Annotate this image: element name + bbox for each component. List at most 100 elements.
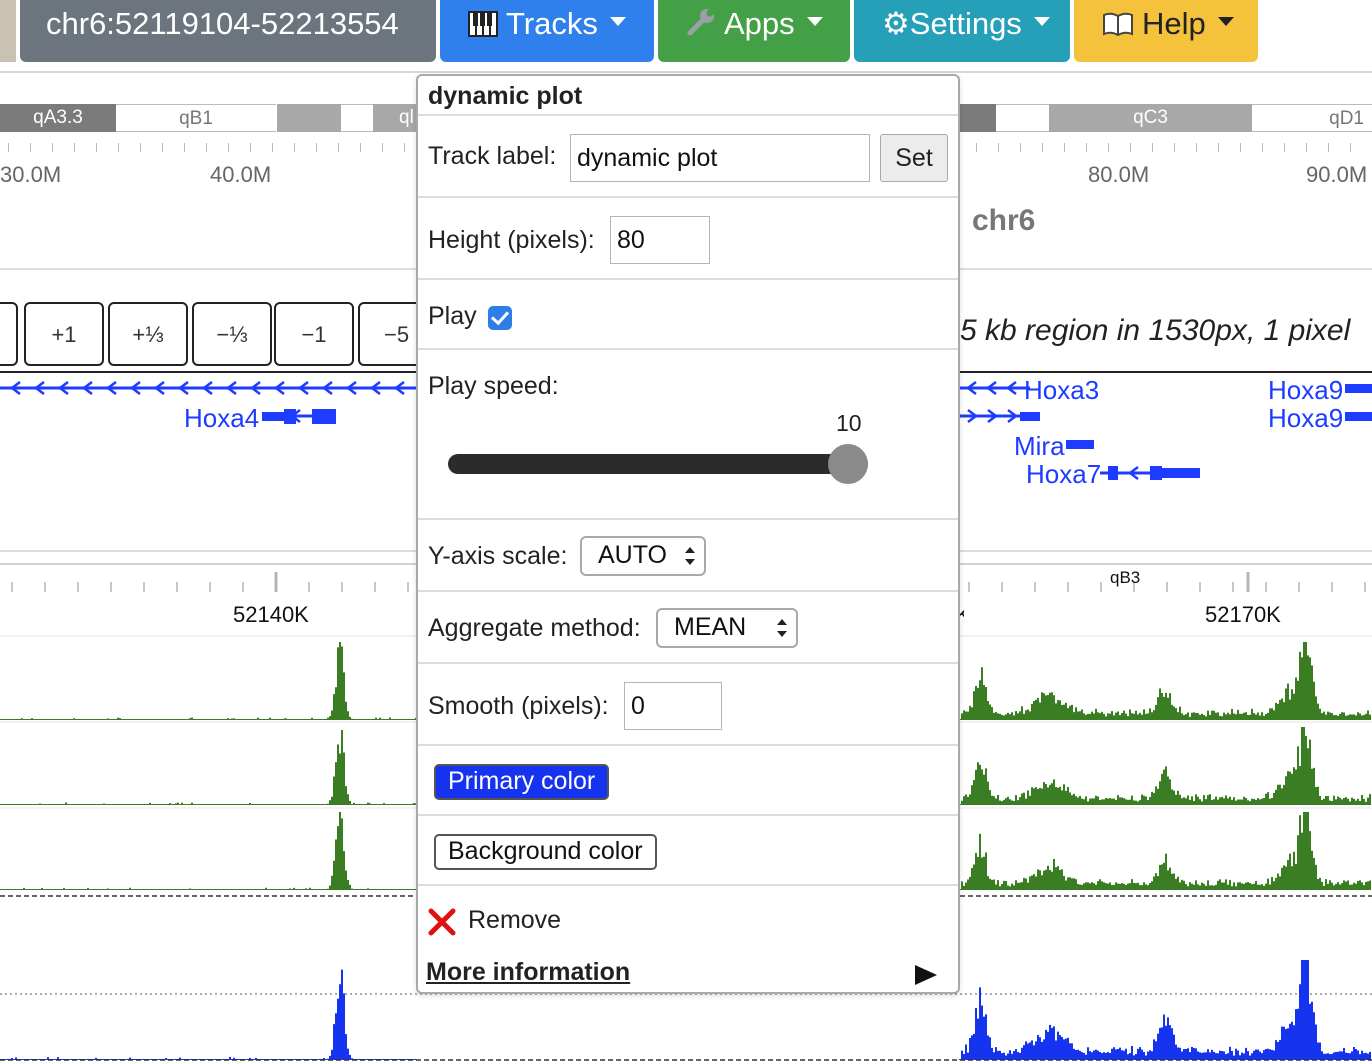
ideogram-tick <box>1218 143 1219 152</box>
aggregate-select[interactable]: MEAN <box>656 608 798 648</box>
ideogram-tick <box>976 143 977 152</box>
smooth-label: Smooth (pixels): <box>428 692 609 720</box>
track-label-input[interactable] <box>570 134 870 182</box>
ideogram-tick <box>206 143 207 152</box>
ideogram-tick <box>1130 143 1131 152</box>
coordinate-label: 80.0M <box>1088 162 1150 187</box>
ideogram-tick <box>1240 143 1241 152</box>
zoom-in-1-button[interactable]: +1 <box>24 302 104 366</box>
height-input[interactable] <box>610 216 710 264</box>
locus-label: chr6:52119104-52213554 <box>46 6 399 41</box>
primary-color-row: Primary color <box>418 744 958 814</box>
aggregate-select-value: MEAN <box>674 613 747 641</box>
position-label: 52140K <box>233 602 309 627</box>
track-settings-popup: dynamic plot Track label: Set Height (pi… <box>416 74 960 994</box>
settings-label: Settings <box>909 6 1022 41</box>
ideogram-tick <box>338 143 339 152</box>
ideogram-band-blank <box>996 104 1049 132</box>
tracks-menu-button[interactable]: Tracks <box>440 0 654 62</box>
background-color-button[interactable]: Background color <box>434 834 657 870</box>
height-label: Height (pixels): <box>428 226 595 254</box>
ideogram-band: qC3 <box>1049 104 1252 132</box>
primary-color-button[interactable]: Primary color <box>434 764 610 800</box>
ideogram-tick <box>52 143 53 152</box>
popup-title: dynamic plot <box>428 82 583 110</box>
ideogram-tick <box>162 143 163 152</box>
set-button[interactable]: Set <box>880 134 948 182</box>
chevron-down-icon <box>1033 17 1050 26</box>
coordinate-label: 90.0M <box>1306 162 1368 187</box>
zoom-out-third-button[interactable]: −⅓ <box>192 302 272 366</box>
coordinate-label: 30.0M <box>0 162 62 187</box>
zoom-out-1-button[interactable]: −1 <box>274 302 354 366</box>
aggregate-row: Aggregate method: MEAN <box>418 590 958 662</box>
chevron-down-icon <box>1217 17 1234 26</box>
aggregate-label: Aggregate method: <box>428 614 641 642</box>
chevron-down-icon <box>806 17 823 26</box>
ideogram-band: qA3.3 <box>0 104 116 132</box>
ideogram-band: ql <box>373 104 417 132</box>
smooth-row: Smooth (pixels): <box>418 662 958 744</box>
background-color-row: Background color <box>418 814 958 884</box>
ideogram-tick <box>1086 143 1087 152</box>
apps-label: Apps <box>724 6 795 41</box>
chevron-down-icon <box>609 17 626 26</box>
gene-label[interactable]: Hoxa7 <box>1026 459 1101 490</box>
help-menu-button[interactable]: Help <box>1074 0 1258 62</box>
gene-label[interactable]: Mira <box>1014 431 1065 462</box>
help-label: Help <box>1142 6 1206 41</box>
ideogram-tick <box>382 143 383 152</box>
play-speed-row: Play speed: 10 <box>418 348 958 518</box>
ideogram-tick <box>1262 143 1263 152</box>
close-icon <box>428 908 456 936</box>
play-speed-slider-thumb[interactable] <box>828 444 868 484</box>
gene-label[interactable]: Hoxa4 <box>184 403 259 434</box>
play-speed-slider-track[interactable] <box>448 454 868 474</box>
gene-label[interactable]: Hoxa3 <box>1024 375 1099 406</box>
ideogram-band-blank <box>341 104 373 132</box>
logo-stub <box>0 0 16 62</box>
gene-label[interactable]: Hoxa9 <box>1268 403 1343 434</box>
ideogram-tick <box>140 143 141 152</box>
ideogram-tick <box>1196 143 1197 152</box>
more-information-link[interactable]: More information <box>426 958 630 987</box>
zoom-button-partial[interactable] <box>0 302 18 366</box>
locus-dropdown-button[interactable]: chr6:52119104-52213554 <box>20 0 436 62</box>
ideogram-tick <box>1042 143 1043 152</box>
play-checkbox[interactable] <box>488 306 512 330</box>
select-arrows-icon <box>777 619 787 637</box>
ideogram-tick <box>316 143 317 152</box>
play-row: Play <box>418 278 958 348</box>
ideogram-tick <box>1306 143 1307 152</box>
ideogram-tick <box>184 143 185 152</box>
yaxis-row: Y-axis scale: AUTO <box>418 518 958 590</box>
apps-menu-button[interactable]: Apps <box>658 0 850 62</box>
chromosome-label: chr6 <box>972 204 1036 237</box>
ideogram-tick <box>74 143 75 152</box>
ideogram-tick <box>228 143 229 152</box>
ideogram-tick <box>1350 143 1351 152</box>
ideogram-tick <box>118 143 119 152</box>
zoom-in-third-button[interactable]: +⅓ <box>108 302 188 366</box>
ideogram-tick <box>404 143 405 152</box>
ideogram-tick <box>1020 143 1021 152</box>
book-icon <box>1102 3 1134 51</box>
height-row: Height (pixels): <box>418 196 958 278</box>
track-label-row: Track label: Set <box>418 114 958 196</box>
play-speed-value: 10 <box>836 410 862 436</box>
play-speed-label: Play speed: <box>428 372 559 400</box>
ideogram-band: qB1 <box>116 104 276 132</box>
settings-menu-button[interactable]: ⚙Settings <box>854 0 1070 62</box>
ideogram-tick <box>250 143 251 152</box>
select-arrows-icon <box>685 547 695 565</box>
tracks-label: Tracks <box>506 6 598 41</box>
region-size-text: 5 kb region in 1530px, 1 pixel <box>960 314 1351 347</box>
ideogram-band-blank <box>277 104 341 132</box>
yaxis-select[interactable]: AUTO <box>580 536 706 576</box>
ideogram-tick <box>1108 143 1109 152</box>
band-label: qB3 <box>1110 568 1141 587</box>
gene-label[interactable]: Hoxa9 <box>1268 375 1343 406</box>
play-triangle-icon[interactable] <box>914 964 938 986</box>
yaxis-label: Y-axis scale: <box>428 542 568 570</box>
smooth-input[interactable] <box>624 682 722 730</box>
